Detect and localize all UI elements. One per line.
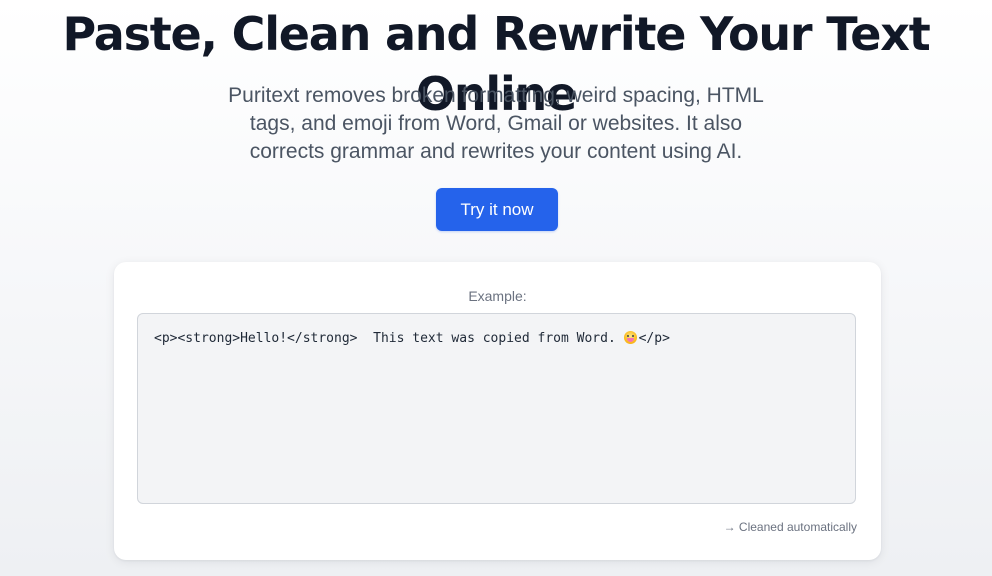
try-it-now-button[interactable]: Try it now: [436, 188, 558, 231]
cleaned-automatically-note: → Cleaned automatically: [723, 520, 857, 534]
example-label: Example:: [468, 288, 527, 304]
drooling-face-emoji-icon: [623, 331, 637, 344]
hero-subtitle: Puritext removes broken formatting, weir…: [228, 84, 764, 163]
example-code-text: <p><strong>Hello!</strong> This text was…: [154, 331, 624, 346]
example-code-closing-tag: </p>: [638, 331, 670, 346]
example-card: Example: <p><strong>Hello!</strong> This…: [114, 262, 881, 560]
example-code-box: <p><strong>Hello!</strong> This text was…: [137, 313, 856, 504]
